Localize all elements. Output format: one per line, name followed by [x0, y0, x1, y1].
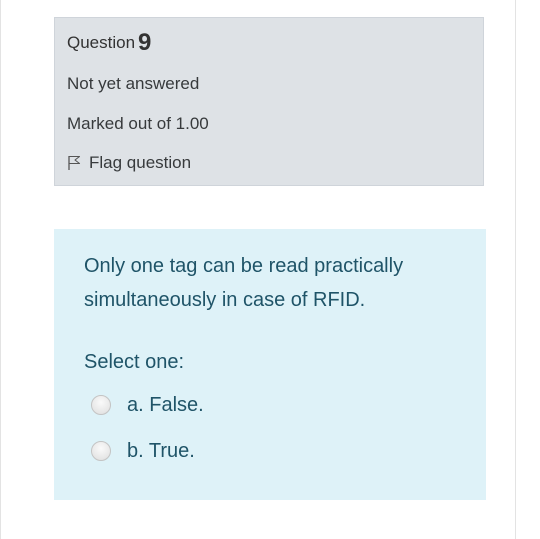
quiz-page: Question 9 Not yet answered Marked out of… — [0, 0, 540, 539]
question-text: Only one tag can be read practically sim… — [84, 255, 404, 311]
question-heading: Question 9 — [67, 31, 151, 55]
answer-option-false[interactable]: a. False. — [91, 391, 204, 419]
question-info-panel: Question 9 Not yet answered Marked out of… — [54, 17, 484, 186]
question-heading-label: Question — [67, 33, 136, 52]
radio-button-false[interactable] — [91, 395, 111, 415]
answer-option-true[interactable]: b. True. — [91, 437, 195, 465]
flag-question-label: Flag question — [89, 153, 192, 172]
question-content-panel: Only one tag can be read practically sim… — [54, 229, 486, 500]
right-border-line — [515, 0, 516, 539]
question-grade: Marked out of 1.00 — [67, 114, 209, 133]
flag-question-button[interactable]: Flag question — [67, 152, 191, 174]
flag-outline-icon — [67, 155, 81, 171]
question-state: Not yet answered — [67, 74, 200, 93]
answer-option-label[interactable]: a. False. — [127, 391, 204, 419]
left-border-line — [0, 0, 1, 539]
answer-option-label[interactable]: b. True. — [127, 437, 195, 465]
question-number: 9 — [138, 29, 152, 56]
answer-prompt: Select one: — [84, 351, 185, 373]
radio-button-true[interactable] — [91, 441, 111, 461]
